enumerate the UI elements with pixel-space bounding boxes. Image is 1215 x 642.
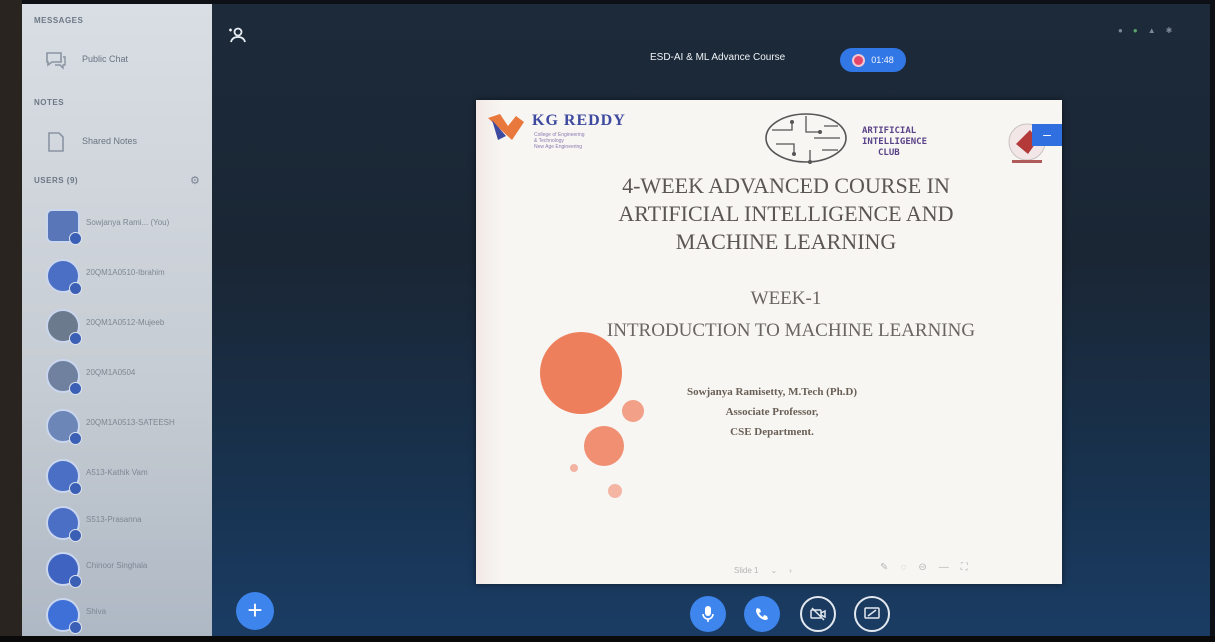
screen-share-icon[interactable]: [854, 596, 890, 632]
record-dot-icon: [852, 53, 866, 67]
user-name: Sowjanya Rami... (You): [86, 218, 170, 227]
user-list-item[interactable]: 20QM1A0510-Ibrahim: [22, 249, 212, 299]
decorative-circle: [540, 332, 622, 414]
avatar: [46, 506, 82, 542]
status-dot: [69, 621, 82, 634]
user-name: S513-Prasanna: [86, 515, 142, 524]
user-icon[interactable]: ▲: [1148, 26, 1156, 35]
user-name: 20QM1A0513-SATEESH: [86, 418, 175, 427]
participants-icon[interactable]: [228, 26, 246, 48]
user-list-item[interactable]: 20QM1A0512-Mujeeb: [22, 299, 212, 349]
zoom-out-icon[interactable]: ⊖: [918, 562, 926, 573]
status-dot: [69, 382, 82, 395]
notes-section-label: NOTES: [34, 98, 65, 107]
status-dot: [69, 332, 82, 345]
ai-club-line: CLUB: [878, 148, 900, 158]
avatar: [46, 598, 82, 634]
presentation-slide: KG REDDY College of Engineering & Techno…: [476, 100, 1062, 584]
status-dot: [69, 529, 82, 542]
app-screen: MESSAGES Public Chat NOTES Shared Notes …: [22, 4, 1210, 638]
slide-edge: [476, 100, 502, 584]
plus-icon[interactable]: +: [236, 592, 274, 630]
sidebar-item-public-chat[interactable]: Public Chat: [22, 40, 212, 80]
options-icon[interactable]: ✱: [1166, 26, 1173, 35]
chevron-down-icon[interactable]: ⌄: [770, 566, 777, 575]
user-list-item[interactable]: Chinoor Singhala: [22, 542, 212, 592]
users-section-label: USERS (9): [34, 176, 79, 185]
avatar: [46, 209, 82, 245]
user-name: Shiva: [86, 607, 107, 616]
user-list-item[interactable]: 20QM1A0513-SATEESH: [22, 399, 212, 449]
shared-notes-label: Shared Notes: [82, 136, 138, 146]
photo-bottom-edge: [0, 636, 1215, 642]
presenter-department: CSE Department.: [730, 426, 814, 438]
recording-indicator[interactable]: 01:48: [840, 48, 906, 72]
decorative-circle: [570, 464, 578, 472]
presenter-block: Sowjanya Ramisetty, M.Tech (Ph.D) Associ…: [622, 382, 922, 442]
ai-brain-logo-icon: [765, 113, 847, 164]
status-dot: [69, 232, 82, 245]
phone-icon[interactable]: [744, 596, 780, 632]
camera-off-icon[interactable]: [800, 596, 836, 632]
user-list-item[interactable]: 20QM1A0504: [22, 349, 212, 399]
sidebar-item-shared-notes[interactable]: Shared Notes: [22, 122, 212, 162]
user-list-item[interactable]: A513-Kathik Vam: [22, 449, 212, 499]
gear-icon[interactable]: ⚙: [190, 174, 200, 187]
slide-navigation: Slide 1 ⌄ ›: [734, 566, 792, 575]
user-list-item[interactable]: Sowjanya Rami... (You): [22, 199, 212, 249]
fullscreen-icon[interactable]: ⛶: [961, 562, 968, 573]
avatar: [46, 359, 82, 395]
minus-icon[interactable]: —: [939, 562, 949, 573]
pointer-icon[interactable]: ◌: [900, 562, 906, 573]
slide-title: 4-WEEK ADVANCED COURSE IN ARTIFICIAL INT…: [526, 172, 1046, 256]
slide-title-line: MACHINE LEARNING: [675, 229, 897, 254]
avatar: [46, 309, 82, 345]
avatar: [46, 459, 82, 495]
public-chat-label: Public Chat: [82, 54, 129, 64]
chat-icon: [44, 48, 68, 72]
decorative-circle: [584, 426, 624, 466]
recording-time: 01:48: [871, 55, 894, 65]
slide-title-line: ARTIFICIAL INTELLIGENCE AND: [618, 201, 954, 226]
messages-section-label: MESSAGES: [34, 16, 84, 25]
meeting-title: ESD-AI & ML Advance Course: [650, 52, 786, 63]
top-right-icons: ● ● ▲ ✱: [1118, 26, 1172, 35]
slide-selector[interactable]: Slide 1: [734, 566, 758, 575]
status-dot: [69, 282, 82, 295]
avatar: [46, 259, 82, 295]
kg-reddy-logo-icon: [488, 114, 524, 140]
notes-icon: [44, 130, 68, 154]
status-dot: [69, 575, 82, 588]
presenter-name: Sowjanya Ramisetty, M.Tech (Ph.D): [686, 386, 858, 398]
photo-left-edge: [0, 0, 22, 642]
college-name: KG REDDY: [532, 112, 626, 129]
status-dot: [69, 432, 82, 445]
status-icon[interactable]: ●: [1133, 26, 1138, 35]
user-list-item[interactable]: Shiva: [22, 588, 212, 638]
ai-club-line: INTELLIGENCE: [862, 137, 928, 147]
user-list-item[interactable]: S513-Prasanna: [22, 496, 212, 546]
presenter-designation: Associate Professor,: [725, 406, 819, 418]
ai-club-line: ARTIFICIAL: [862, 126, 917, 136]
next-slide-icon[interactable]: ›: [789, 566, 792, 575]
slide-title-line: 4-WEEK ADVANCED COURSE IN: [622, 173, 950, 198]
avatar: [46, 552, 82, 588]
slide-tools: ✎ ◌ ⊖ — ⛶: [880, 562, 968, 573]
status-dot: [69, 482, 82, 495]
user-name: A513-Kathik Vam: [86, 468, 148, 477]
microphone-icon[interactable]: [690, 596, 726, 632]
ai-club-label: ARTIFICIAL INTELLIGENCE CLUB: [862, 126, 927, 159]
connection-icon[interactable]: ●: [1118, 26, 1123, 35]
college-subtitle: College of Engineering & Technology New …: [534, 132, 585, 150]
pen-tool-icon[interactable]: ✎: [880, 562, 888, 573]
avatar: [46, 409, 82, 445]
decorative-circle: [608, 484, 622, 498]
sidebar: MESSAGES Public Chat NOTES Shared Notes …: [22, 4, 212, 638]
user-name: Chinoor Singhala: [86, 561, 148, 570]
slide-week: WEEK-1: [750, 288, 822, 309]
user-name: 20QM1A0510-Ibrahim: [86, 268, 165, 277]
minimize-presentation-button[interactable]: –: [1032, 124, 1062, 146]
user-name: 20QM1A0504: [86, 368, 136, 377]
user-name: 20QM1A0512-Mujeeb: [86, 318, 165, 327]
